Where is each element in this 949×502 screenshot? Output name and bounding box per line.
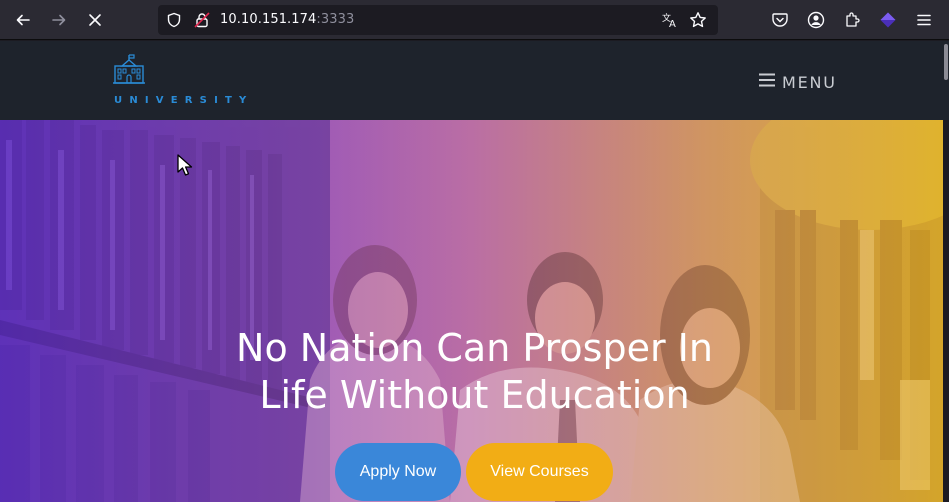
url-bar[interactable]: 10.10.151.174:3333 文A xyxy=(158,5,718,35)
view-courses-button[interactable]: View Courses xyxy=(466,443,613,501)
hero-background-photo xyxy=(0,120,943,502)
url-port: :3333 xyxy=(316,12,355,27)
scroll-thumb[interactable] xyxy=(944,44,948,80)
back-icon[interactable] xyxy=(11,8,35,32)
lock-icon[interactable] xyxy=(194,12,210,33)
stop-icon[interactable] xyxy=(83,8,107,32)
url-host: 10.10.151.174 xyxy=(220,12,317,27)
logo-text[interactable]: UNIVERSITY xyxy=(114,95,253,106)
mouse-cursor-icon xyxy=(176,153,194,182)
pocket-icon[interactable] xyxy=(769,9,791,31)
url-text[interactable]: 10.10.151.174:3333 xyxy=(220,12,354,27)
browser-toolbar: 10.10.151.174:3333 文A xyxy=(0,0,949,40)
page-scrollbar[interactable] xyxy=(943,41,949,502)
extensions-icon[interactable] xyxy=(841,9,863,31)
hero-title: No Nation Can Prosper In Life Without Ed… xyxy=(0,325,943,419)
extension-purple-icon[interactable] xyxy=(877,9,899,31)
apply-now-button[interactable]: Apply Now xyxy=(335,443,461,501)
svg-text:A: A xyxy=(669,19,676,29)
shield-icon[interactable] xyxy=(166,12,182,33)
site-header: UNIVERSITY MENU xyxy=(0,41,949,120)
translate-icon[interactable]: 文A xyxy=(661,11,679,34)
star-icon[interactable] xyxy=(689,11,707,34)
university-building-icon[interactable] xyxy=(112,54,146,91)
hero-title-line2: Life Without Education xyxy=(259,373,690,417)
account-icon[interactable] xyxy=(805,9,827,31)
menu-icon xyxy=(758,72,776,93)
hamburger-icon[interactable] xyxy=(913,9,935,31)
hero-title-line1: No Nation Can Prosper In xyxy=(236,326,713,370)
hero-section: No Nation Can Prosper In Life Without Ed… xyxy=(0,120,943,502)
forward-icon[interactable] xyxy=(47,8,71,32)
menu-button[interactable]: MENU xyxy=(758,71,837,93)
menu-label: MENU xyxy=(782,72,837,92)
